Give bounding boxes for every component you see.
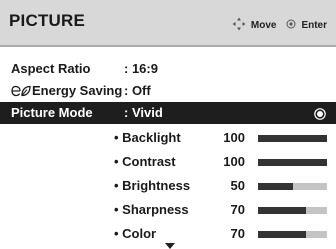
backlight-value: 100 bbox=[223, 130, 245, 145]
energy-saving-label-wrap: Energy Saving bbox=[11, 83, 122, 100]
color-value: 70 bbox=[230, 226, 245, 241]
sharpness-slider-fill bbox=[258, 207, 307, 214]
navigation-hints: Move Enter bbox=[232, 17, 327, 34]
menu-title: PICTURE bbox=[9, 11, 86, 30]
four-way-arrow-icon bbox=[232, 17, 246, 34]
energy-saving-label: Energy Saving bbox=[32, 83, 123, 98]
sharpness-row[interactable]: • Sharpness 70 bbox=[0, 199, 336, 221]
contrast-label: • Contrast bbox=[114, 154, 176, 169]
contrast-slider-fill bbox=[258, 159, 327, 166]
contrast-value: 100 bbox=[223, 154, 245, 169]
brightness-slider[interactable] bbox=[258, 183, 327, 190]
aspect-ratio-row[interactable]: Aspect Ratio : 16:9 bbox=[0, 58, 336, 80]
energy-saving-row[interactable]: Energy Saving : Off bbox=[0, 80, 336, 102]
backlight-row[interactable]: • Backlight 100 bbox=[0, 127, 336, 149]
brightness-slider-fill bbox=[258, 183, 293, 190]
brightness-label: • Brightness bbox=[114, 178, 191, 193]
backlight-label: • Backlight bbox=[114, 130, 181, 145]
sharpness-slider[interactable] bbox=[258, 207, 327, 214]
move-hint-label: Move bbox=[250, 20, 277, 31]
ok-circle-icon bbox=[286, 19, 296, 32]
backlight-slider[interactable] bbox=[258, 135, 327, 142]
picture-mode-value: : Vivid bbox=[124, 105, 163, 120]
contrast-slider[interactable] bbox=[258, 159, 327, 166]
color-row[interactable]: • Color 70 bbox=[0, 223, 336, 245]
aspect-ratio-value: : 16:9 bbox=[124, 61, 158, 76]
energy-saving-value: : Off bbox=[124, 83, 151, 98]
picture-menu: PICTURE Move Enter Aspect Ratio: 16:9 E… bbox=[0, 0, 336, 249]
color-slider-fill bbox=[258, 231, 307, 238]
backlight-slider-fill bbox=[258, 135, 327, 142]
aspect-ratio-label: Aspect Ratio bbox=[11, 61, 91, 76]
enter-hint-label: Enter bbox=[301, 20, 327, 31]
picture-mode-row[interactable]: Picture Mode : Vivid bbox=[0, 102, 336, 124]
menu-header: PICTURE Move Enter bbox=[0, 0, 336, 47]
radio-selected-icon bbox=[314, 107, 326, 120]
sharpness-value: 70 bbox=[230, 202, 245, 217]
color-slider[interactable] bbox=[258, 231, 327, 238]
picture-mode-label: Picture Mode bbox=[11, 105, 93, 120]
brightness-row[interactable]: • Brightness 50 bbox=[0, 175, 336, 197]
contrast-row[interactable]: • Contrast 100 bbox=[0, 151, 336, 173]
brightness-value: 50 bbox=[230, 178, 245, 193]
color-label: • Color bbox=[114, 226, 157, 241]
leaf-icon bbox=[11, 85, 31, 100]
sharpness-label: • Sharpness bbox=[114, 202, 189, 217]
scroll-down-arrow-icon[interactable] bbox=[165, 243, 175, 249]
